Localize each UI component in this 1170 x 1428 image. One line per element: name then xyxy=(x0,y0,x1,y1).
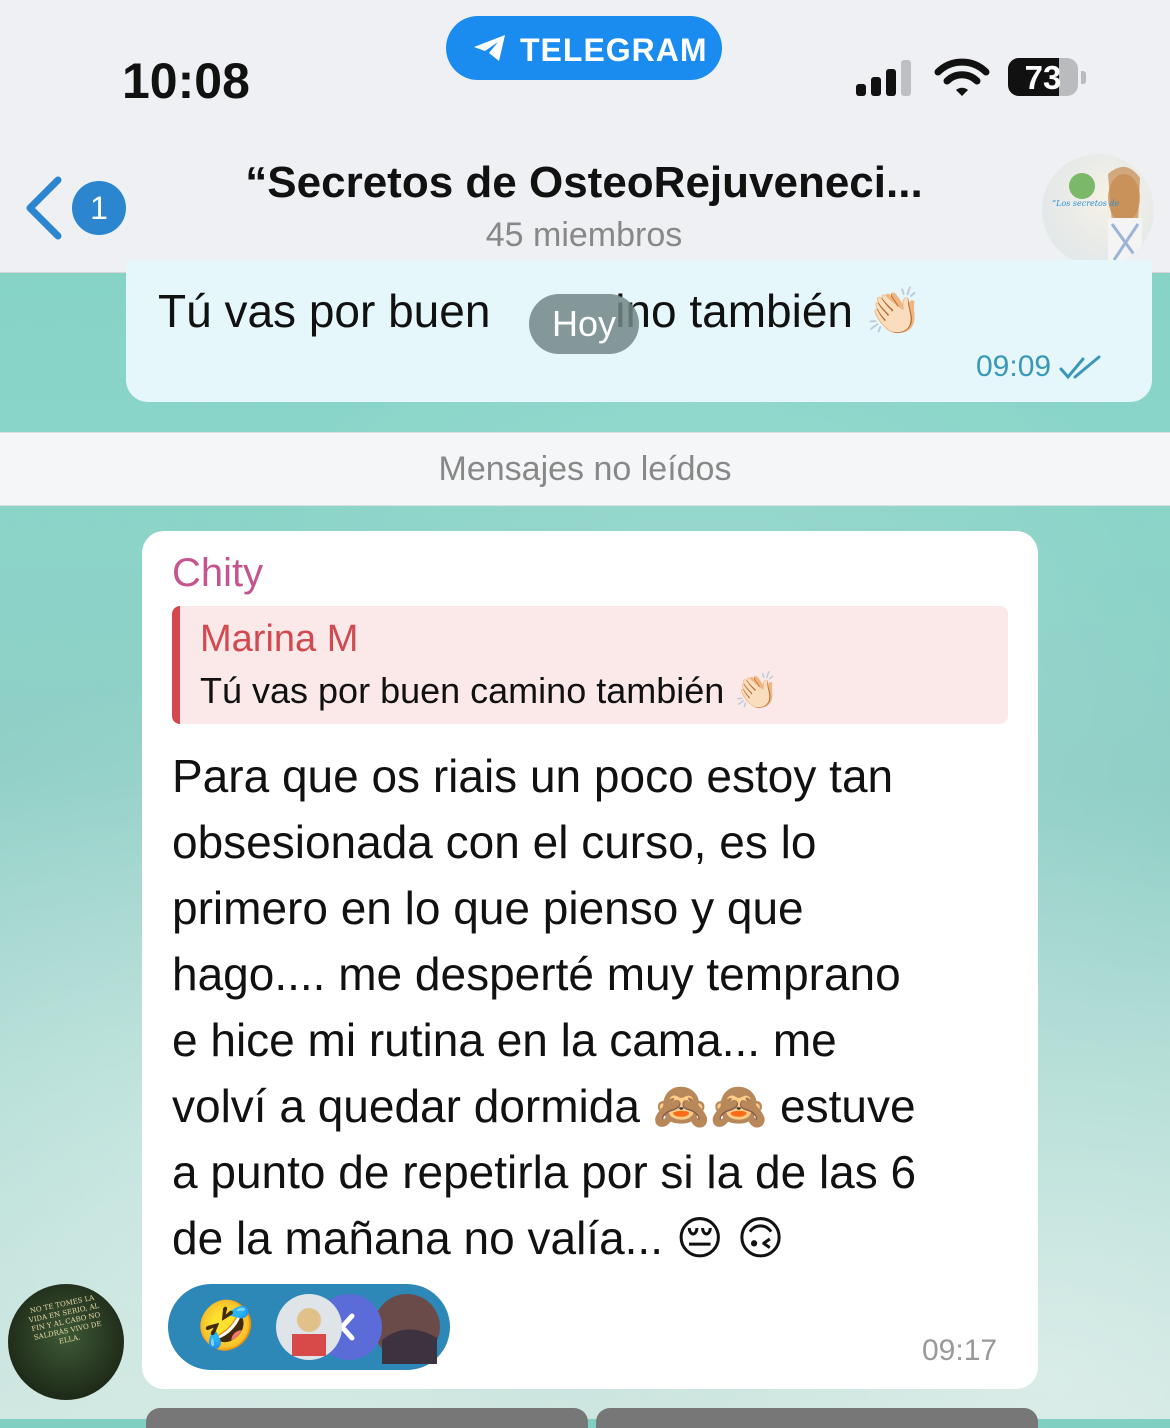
message-line: hago.... me desperté muy temprano xyxy=(172,948,901,1000)
message-line: Para que os riais un poco estoy tan xyxy=(172,750,894,802)
battery-percent: 73 xyxy=(1024,59,1062,96)
status-time: 10:08 xyxy=(122,53,250,109)
message-line: primero en lo que pienso y que xyxy=(172,882,804,934)
sender-avatar[interactable]: NO TE TOMES LA VIDA EN SERIO, AL FIN Y A… xyxy=(8,1284,124,1400)
sender-name[interactable]: Chity xyxy=(172,551,263,596)
message-line: a punto de repetirla por si la de las 6 xyxy=(172,1146,917,1198)
reply-text: Tú vas por buen camino también 👏🏻 xyxy=(200,670,780,711)
next-message-peek xyxy=(596,1408,1038,1428)
telegram-icon xyxy=(474,35,505,61)
double-check-icon xyxy=(1059,355,1101,380)
reaction-chip[interactable]: 🤣 xyxy=(168,1284,450,1370)
member-count: 45 miembros xyxy=(485,216,683,254)
chat-title[interactable]: “Secretos de OsteoRejuveneci... xyxy=(150,158,1018,208)
outgoing-message-time: 09:09 xyxy=(976,350,1052,383)
reactor-avatars xyxy=(276,1294,440,1364)
unread-count-badge[interactable]: 1 xyxy=(72,181,126,235)
avatar-caption: “Los secretos de xyxy=(1052,199,1120,208)
message-line: obsesionada con el curso, es lo xyxy=(172,816,817,868)
wifi-icon xyxy=(934,58,990,96)
date-pill: Hoy xyxy=(529,294,639,354)
signal-icon xyxy=(856,60,911,96)
incoming-message-time: 09:17 xyxy=(922,1334,998,1367)
message-line: volví a quedar dormida 🙈🙈 estuve xyxy=(172,1080,916,1132)
group-avatar-image: “Los secretos de xyxy=(1052,166,1142,262)
next-message-peek xyxy=(146,1408,588,1428)
reply-author: Marina M xyxy=(200,618,359,660)
sender-avatar-text: NO TE TOMES LA VIDA EN SERIO, AL FIN Y A… xyxy=(28,1293,103,1346)
message-line: de la mañana no valía... 😔 🙃 xyxy=(172,1212,785,1264)
group-avatar[interactable]: “Los secretos de xyxy=(1042,154,1154,266)
battery-icon: 73 xyxy=(1008,58,1086,98)
telegram-pill-label: TELEGRAM xyxy=(520,32,708,68)
outgoing-message-meta: 09:09 xyxy=(976,350,1103,384)
reaction-emoji: 🤣 xyxy=(196,1300,256,1353)
message-line: e hice mi rutina en la cama... me xyxy=(172,1014,837,1066)
telegram-return-pill[interactable]: TELEGRAM xyxy=(446,16,722,80)
back-chevron-icon[interactable] xyxy=(22,176,66,240)
unread-divider: Mensajes no leídos xyxy=(0,432,1170,506)
reply-accent-bar xyxy=(172,606,180,724)
